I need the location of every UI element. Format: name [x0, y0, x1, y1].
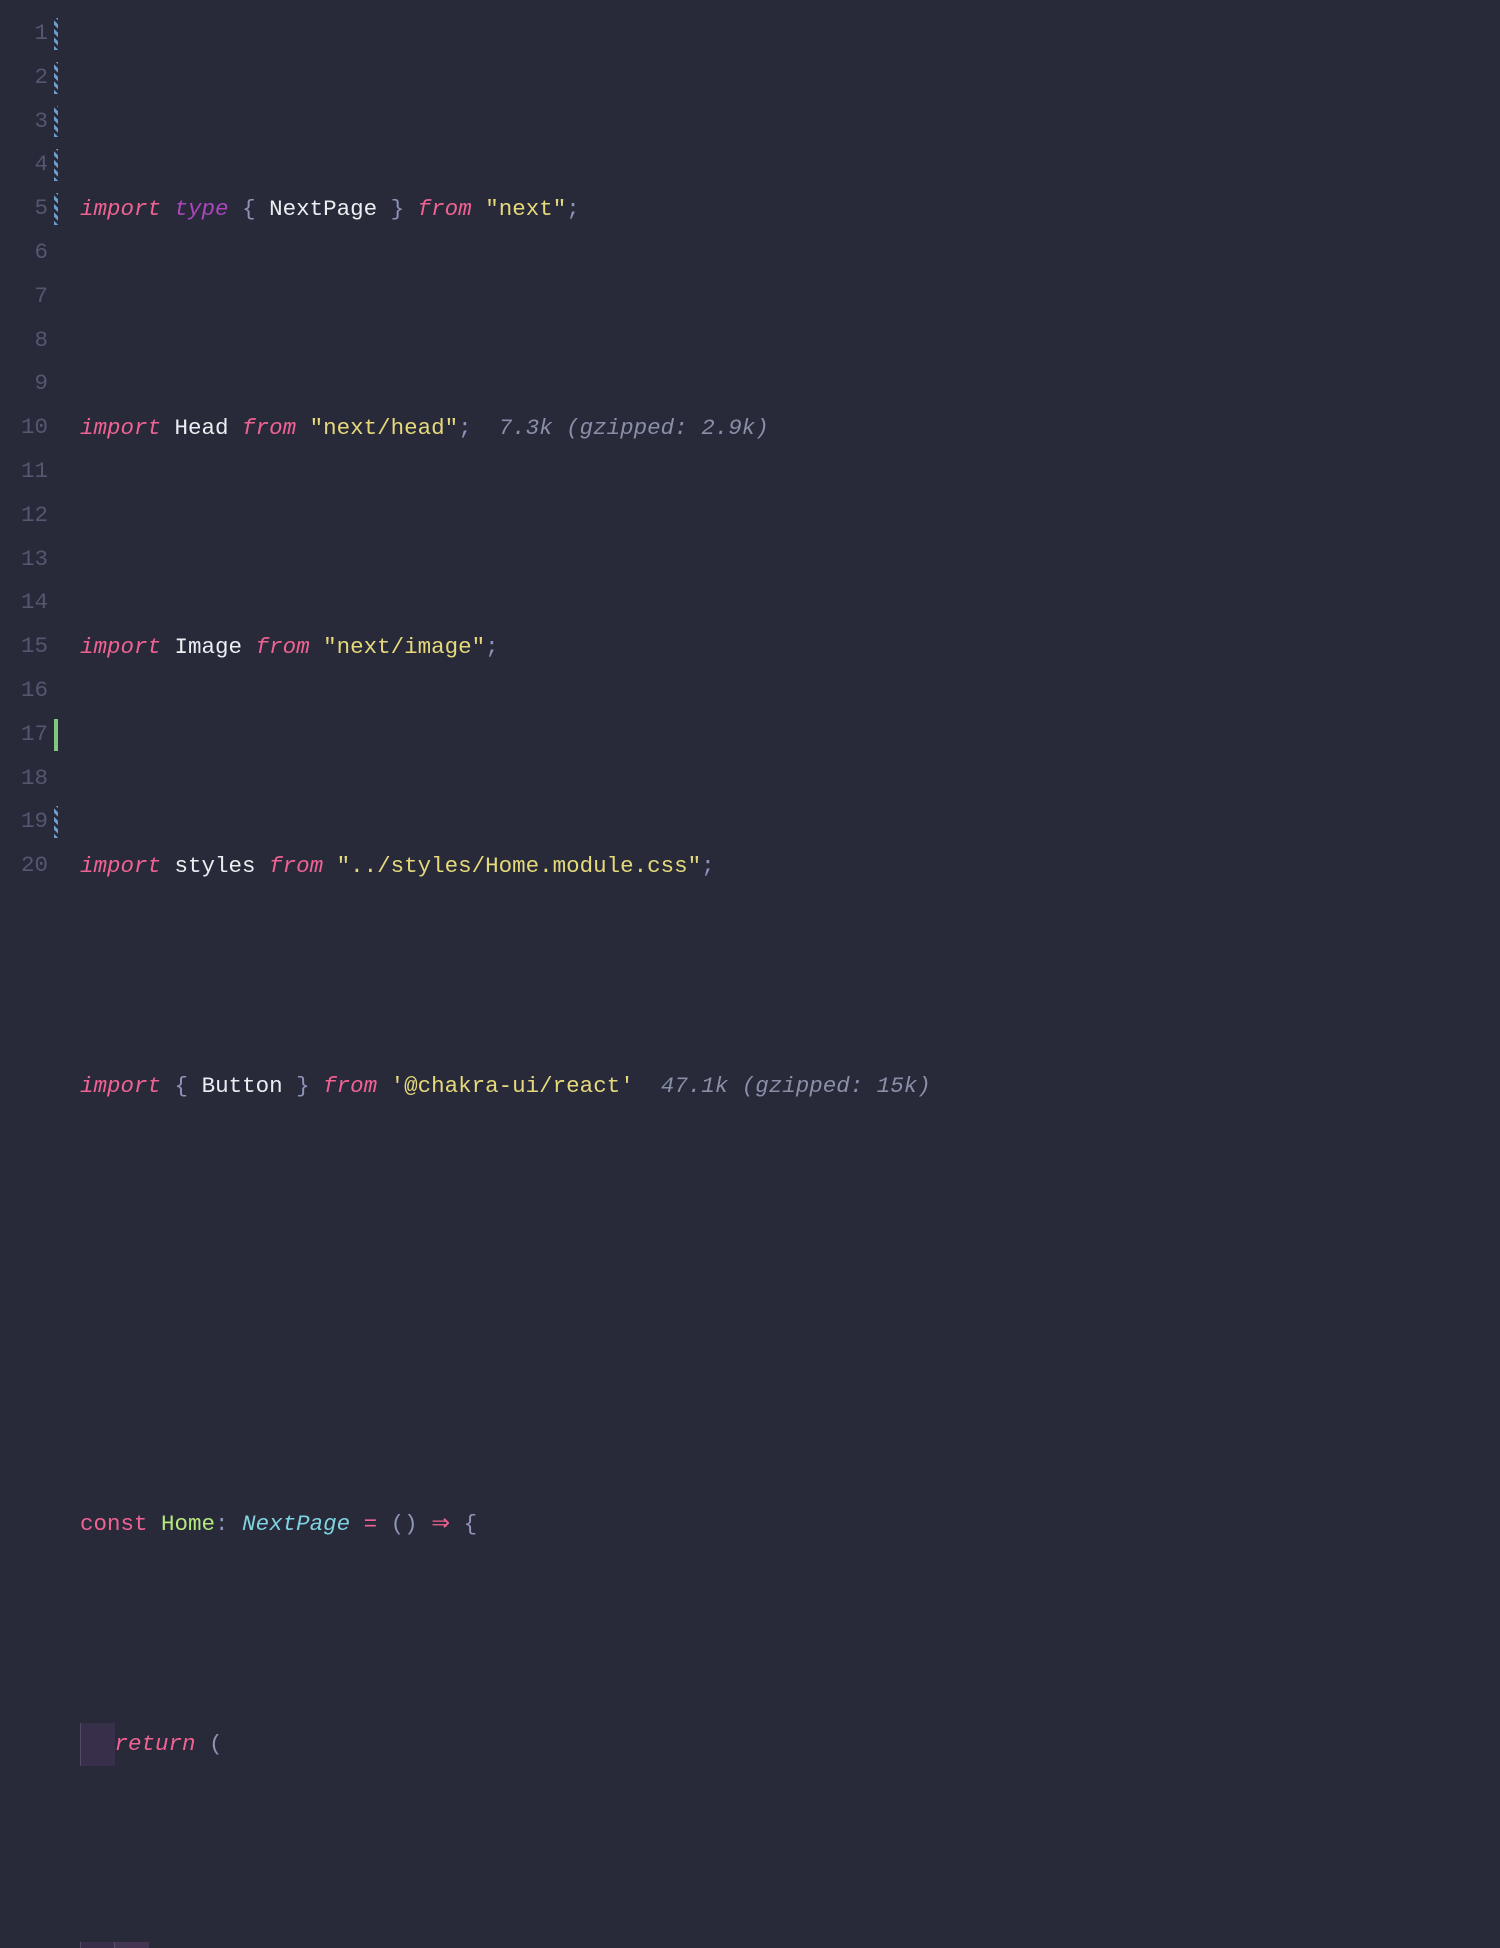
code-editor[interactable]: 1 2 3 4 5 6 7 8 9 10 11 12 13 14 15 16 1… — [0, 0, 1500, 974]
line-number: 6 — [10, 231, 48, 275]
code-line[interactable]: import type { NextPage } from "next"; — [80, 188, 1500, 232]
keyword-import: import — [80, 196, 161, 222]
code-area[interactable]: import type { NextPage } from "next"; im… — [58, 0, 1500, 974]
code-line[interactable]: import Head from "next/head"; 7.3k (gzip… — [80, 407, 1500, 451]
code-line[interactable] — [80, 1284, 1500, 1328]
line-number: 14 — [10, 581, 48, 625]
line-number: 10 — [10, 406, 48, 450]
line-number: 18 — [10, 757, 48, 801]
line-number: 9 — [10, 362, 48, 406]
line-number: 19 — [10, 800, 48, 844]
line-number: 20 — [10, 844, 48, 888]
line-number: 16 — [10, 669, 48, 713]
line-number: 2 — [10, 56, 48, 100]
code-line[interactable]: import styles from "../styles/Home.modul… — [80, 845, 1500, 889]
line-number: 12 — [10, 494, 48, 538]
code-line[interactable]: import { Button } from '@chakra-ui/react… — [80, 1065, 1500, 1109]
line-number: 17 — [10, 713, 48, 757]
line-number: 13 — [10, 538, 48, 582]
line-number-gutter: 1 2 3 4 5 6 7 8 9 10 11 12 13 14 15 16 1… — [0, 0, 58, 974]
code-line[interactable]: return ( — [80, 1723, 1500, 1767]
import-cost-hint: 47.1k (gzipped: 15k) — [661, 1073, 931, 1099]
code-line[interactable]: <div className={styles.container}> — [80, 1942, 1500, 1948]
line-number: 4 — [10, 143, 48, 187]
code-line[interactable]: const Home: NextPage = () ⇒ { — [80, 1503, 1500, 1547]
line-number: 7 — [10, 275, 48, 319]
function-name: Home — [161, 1511, 215, 1537]
line-number: 8 — [10, 319, 48, 363]
line-number: 1 — [10, 12, 48, 56]
line-number: 3 — [10, 100, 48, 144]
import-cost-hint: 7.3k (gzipped: 2.9k) — [499, 415, 769, 441]
line-number: 15 — [10, 625, 48, 669]
line-number: 5 — [10, 187, 48, 231]
code-line[interactable]: import Image from "next/image"; — [80, 626, 1500, 670]
line-number: 11 — [10, 450, 48, 494]
keyword-type: type — [175, 196, 229, 222]
